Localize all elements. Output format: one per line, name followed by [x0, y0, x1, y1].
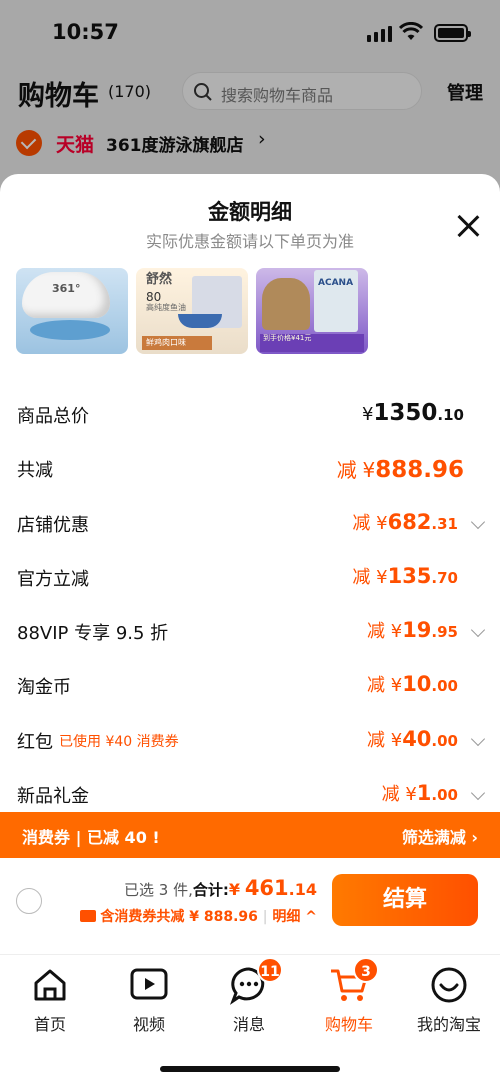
bottom-tab-bar: 首页 视频 11 消息 3 购物车 我的淘宝 — [0, 954, 500, 1044]
chevron-right-icon: › — [258, 128, 266, 150]
search-input[interactable]: 搜索购物车商品 — [182, 72, 422, 110]
tab-video[interactable]: 视频 — [99, 965, 199, 1035]
detail-row-total-reduction: 共减 减 ¥888.96 — [0, 444, 500, 498]
status-bar: 10:57 — [0, 0, 500, 64]
message-icon: 11 — [229, 957, 283, 1005]
saving-summary[interactable]: 含消费券共减 ¥ 888.96 | 明细 ^ — [80, 906, 317, 926]
row-label: 淘金币 — [17, 677, 71, 699]
battery-icon — [434, 24, 471, 42]
amount-detail-list: 商品总价 ¥1350.10 共减 减 ¥888.96 店铺优惠 减 ¥682.3… — [0, 390, 500, 824]
coupon-summary: 消费券 | 已减 40 ! — [22, 828, 160, 847]
row-amount: 减 ¥682.31 — [352, 509, 458, 534]
product-thumb-swim-cap[interactable]: 361° — [16, 268, 128, 354]
row-label: 新品礼金 — [17, 786, 89, 808]
row-label: 店铺优惠 — [17, 514, 89, 536]
cart-icon: 3 — [329, 957, 379, 1005]
thumb-desc: 高纯度鱼油 — [146, 303, 186, 312]
home-indicator — [160, 1066, 340, 1072]
row-amount: 减 ¥888.96 — [336, 457, 464, 484]
select-all-radio[interactable] — [16, 888, 42, 914]
tab-label: 视频 — [132, 1015, 165, 1034]
page-title: 购物车 — [18, 81, 99, 112]
sheet-subtitle: 实际优惠金额请以下单页为准 — [145, 232, 354, 251]
coupon-bar[interactable]: 消费券 | 已减 40 ! 筛选满减 › — [0, 812, 500, 858]
row-amount: 减 ¥40.00 — [367, 726, 458, 751]
red-packet-note: 已使用 ¥40 消费券 — [59, 733, 179, 750]
product-thumb-acana[interactable]: ACANA 到手价格¥41元 — [256, 268, 368, 354]
detail-row-red-packet[interactable]: 红包 已使用 ¥40 消费券 减 ¥40.00 — [0, 716, 500, 770]
sheet-title: 金额明细 — [208, 200, 292, 224]
home-icon — [30, 965, 70, 1005]
row-label: 商品总价 — [17, 406, 89, 427]
search-icon — [194, 83, 212, 101]
manage-button[interactable]: 管理 — [447, 79, 483, 105]
row-amount: 减 ¥1.00 — [381, 781, 458, 806]
checkout-bar: 已选 3 件,合计:¥ 461.14 含消费券共减 ¥ 888.96 | 明细 … — [0, 858, 500, 954]
thumb-text: 361° — [52, 282, 81, 295]
store-name[interactable]: 361度游泳旗舰店 — [106, 131, 244, 156]
saving-text: 含消费券共减 ¥ 888.96 — [100, 909, 258, 925]
filter-full-reduction-link[interactable]: 筛选满减 › — [402, 824, 478, 848]
detail-row-taojinbi: 淘金币 减 ¥10.00 — [0, 661, 500, 715]
row-label: 共减 — [17, 460, 53, 482]
checkout-button[interactable]: 结算 — [332, 874, 478, 926]
store-checkbox[interactable] — [16, 130, 42, 156]
signal-icon — [367, 26, 392, 42]
tab-messages[interactable]: 11 消息 — [199, 957, 299, 1035]
row-label: 88VIP 专享 9.5 折 — [17, 623, 169, 645]
tab-my-taobao[interactable]: 我的淘宝 — [399, 965, 499, 1035]
total-label: 合计: — [192, 881, 229, 899]
row-amount: 减 ¥19.95 — [367, 618, 458, 643]
chevron-down-icon — [470, 786, 486, 801]
currency: ¥ — [228, 880, 241, 899]
tab-label: 首页 — [33, 1015, 66, 1034]
detail-row-88vip[interactable]: 88VIP 专享 9.5 折 减 ¥19.95 — [0, 607, 500, 661]
product-thumb-cat-food[interactable]: 舒然 80 高纯度鱼油 鲜鸡肉口味 — [136, 268, 248, 354]
cart-badge: 3 — [353, 957, 379, 983]
thumb-strip: 鲜鸡肉口味 — [142, 336, 212, 350]
detail-row-total: 商品总价 ¥1350.10 — [0, 390, 500, 444]
row-amount: 减 ¥10.00 — [367, 672, 458, 697]
cart-count: (170) — [108, 82, 152, 101]
row-amount: 减 ¥135.70 — [352, 563, 458, 588]
tab-cart[interactable]: 3 购物车 — [299, 957, 399, 1035]
tab-label: 我的淘宝 — [416, 1015, 481, 1034]
video-icon — [129, 965, 169, 1005]
chevron-down-icon — [470, 623, 486, 638]
thumb-strip: 到手价格¥41元 — [260, 334, 364, 352]
detail-row-official: 官方立减 减 ¥135.70 — [0, 553, 500, 607]
chevron-down-icon — [470, 514, 486, 529]
chevron-down-icon — [470, 731, 486, 746]
coupon-tag-icon — [80, 910, 97, 922]
product-thumbnails: 361° 舒然 80 高纯度鱼油 鲜鸡肉口味 ACANA 到手价格¥41元 — [16, 268, 368, 354]
background-cart-page: 10:57 购物车 (170) 搜索购物车商品 管理 天猫 361度游泳旗舰店 … — [0, 0, 500, 200]
profile-icon — [429, 965, 469, 1005]
tab-label: 消息 — [232, 1015, 265, 1034]
detail-toggle[interactable]: 明细 ^ — [272, 909, 317, 925]
cart-header: 购物车 (170) 搜索购物车商品 管理 — [0, 70, 500, 114]
close-icon[interactable] — [456, 214, 480, 238]
tab-home[interactable]: 首页 — [0, 965, 100, 1035]
tmall-badge: 天猫 — [56, 134, 95, 156]
selected-count: 已选 3 件, — [124, 881, 193, 899]
message-badge: 11 — [257, 957, 283, 983]
status-time: 10:57 — [52, 20, 119, 44]
row-label: 红包 — [17, 731, 53, 753]
thumb-brand: ACANA — [318, 278, 354, 288]
detail-row-store-discount[interactable]: 店铺优惠 减 ¥682.31 — [0, 499, 500, 553]
selection-summary: 已选 3 件,合计:¥ 461.14 — [124, 876, 317, 900]
total-price: 461 — [244, 876, 289, 900]
wifi-icon — [399, 22, 423, 40]
row-amount: ¥1350.10 — [361, 400, 464, 426]
amount-detail-sheet: 金额明细 实际优惠金额请以下单页为准 361° 舒然 80 高纯度鱼油 鲜鸡肉口… — [0, 174, 500, 1083]
tab-label: 购物车 — [324, 1015, 373, 1034]
search-placeholder: 搜索购物车商品 — [221, 86, 334, 105]
store-row[interactable]: 天猫 361度游泳旗舰店 › — [0, 124, 500, 160]
total-price-decimal: .14 — [288, 880, 317, 899]
thumb-title: 舒然 — [146, 272, 173, 287]
row-label: 官方立减 — [17, 568, 89, 590]
